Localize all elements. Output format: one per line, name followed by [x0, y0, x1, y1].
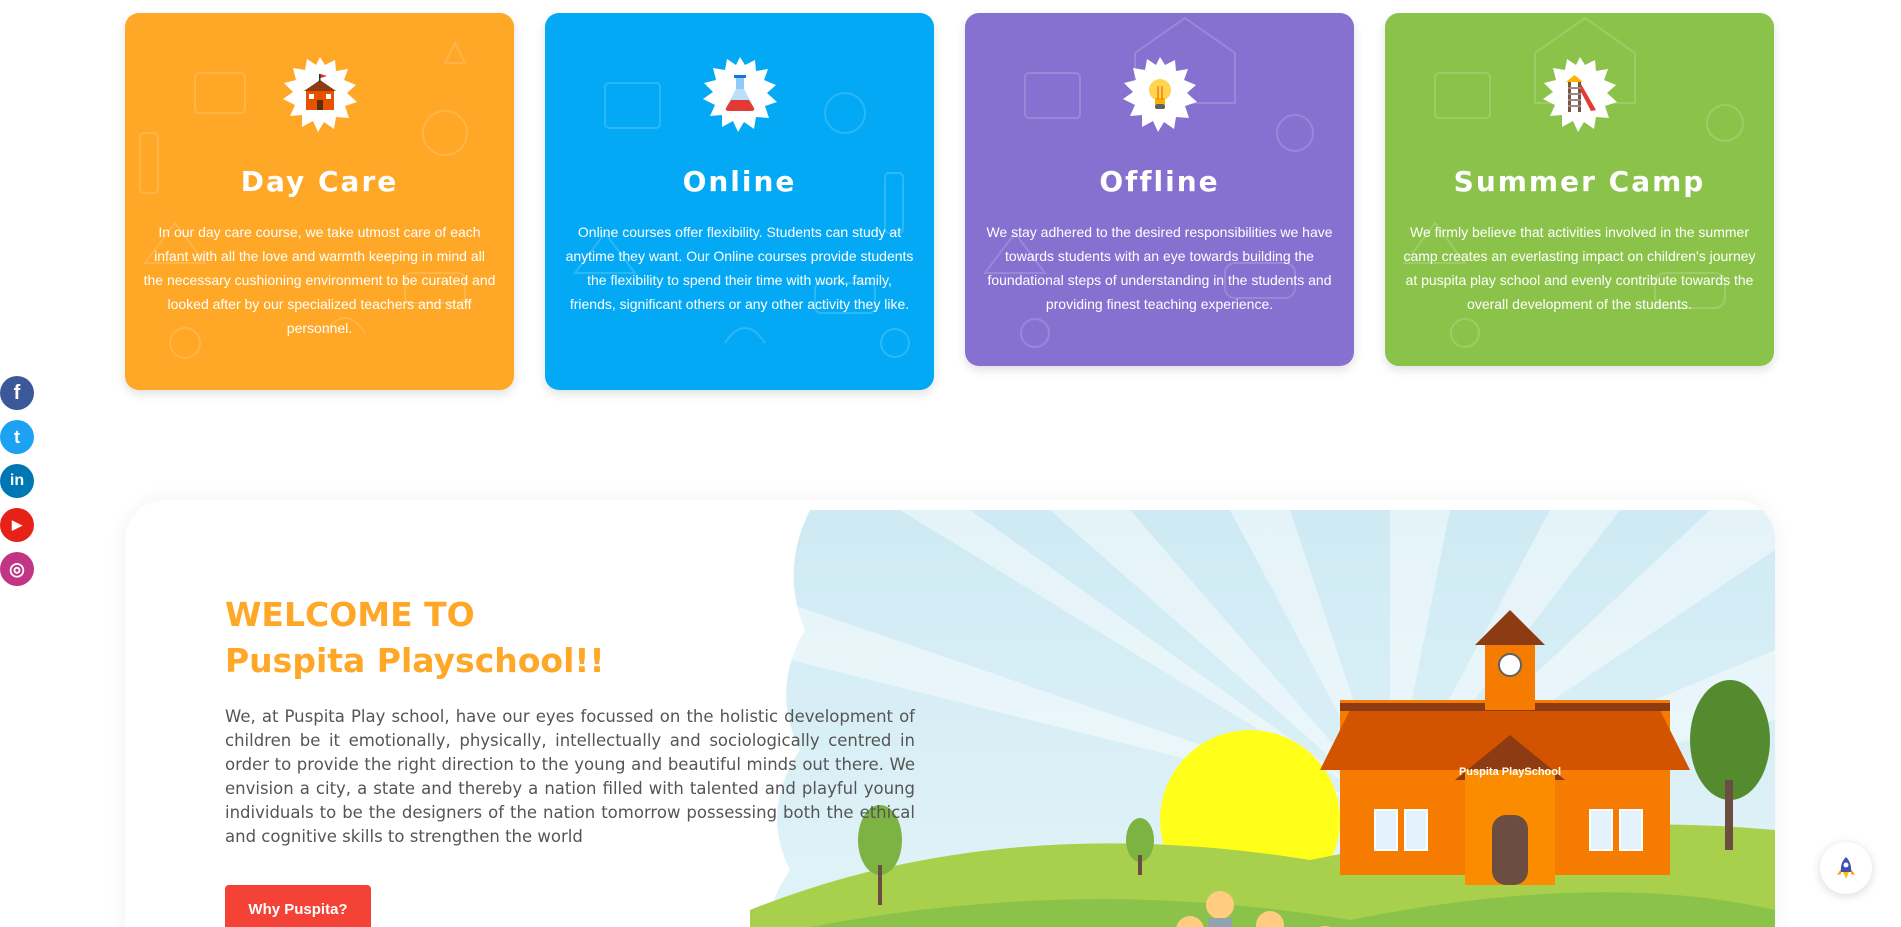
card-title: Offline	[1099, 165, 1220, 198]
welcome-section: Puspita PlaySchool WELCOME TO Puspita Pl…	[125, 500, 1775, 927]
card-title: Day Care	[240, 165, 399, 198]
feature-cards: Day Care In our day care course, we take…	[125, 13, 1775, 393]
card-description: In our day care course, we take utmost c…	[143, 224, 496, 336]
welcome-heading-line1: WELCOME TO	[225, 595, 475, 634]
card-day-care[interactable]: Day Care In our day care course, we take…	[125, 13, 514, 390]
welcome-heading: WELCOME TO Puspita Playschool!!	[225, 592, 605, 684]
lightbulb-icon	[1148, 79, 1171, 109]
welcome-description: We, at Puspita Play school, have our eye…	[225, 707, 915, 846]
why-puspita-button[interactable]: Why Puspita?	[225, 885, 371, 927]
linkedin-glyph: in	[9, 472, 25, 489]
card-icon-badge	[1541, 55, 1619, 133]
card-online[interactable]: Online Online courses offer flexibility.…	[545, 13, 934, 390]
twitter-icon[interactable]: t	[0, 420, 34, 454]
instagram-glyph: ◎	[9, 558, 25, 579]
youtube-glyph: ▶	[12, 517, 22, 532]
card-description: We firmly believe that activities involv…	[1403, 224, 1756, 312]
linkedin-icon[interactable]: in	[0, 464, 34, 498]
twitter-glyph: t	[14, 426, 20, 447]
rocket-icon	[1837, 857, 1855, 879]
welcome-heading-line2: Puspita Playschool!!	[225, 641, 605, 680]
school-building-icon	[303, 74, 336, 110]
youtube-icon[interactable]: ▶	[0, 508, 34, 542]
card-summer-camp[interactable]: Summer Camp We firmly believe that activ…	[1385, 13, 1774, 366]
card-description: Online courses offer flexibility. Studen…	[565, 224, 914, 312]
school-sign: Puspita PlaySchool	[1459, 766, 1561, 778]
card-icon-badge	[701, 55, 779, 133]
card-offline[interactable]: Offline We stay adhered to the desired r…	[965, 13, 1354, 366]
card-description: We stay adhered to the desired responsib…	[986, 224, 1333, 312]
back-to-top-button[interactable]	[1820, 842, 1872, 894]
card-title: Online	[682, 165, 797, 198]
card-title: Summer Camp	[1453, 165, 1706, 198]
card-icon-badge	[281, 55, 359, 133]
playground-slide-icon	[1565, 75, 1596, 112]
card-icon-badge	[1121, 55, 1199, 133]
flask-icon	[725, 75, 754, 111]
facebook-icon[interactable]: f	[0, 376, 34, 410]
social-sidebar: f t in ▶ ◎	[0, 376, 36, 596]
page: Day Care In our day care course, we take…	[0, 0, 1901, 927]
facebook-glyph: f	[13, 381, 21, 404]
instagram-icon[interactable]: ◎	[0, 552, 34, 586]
